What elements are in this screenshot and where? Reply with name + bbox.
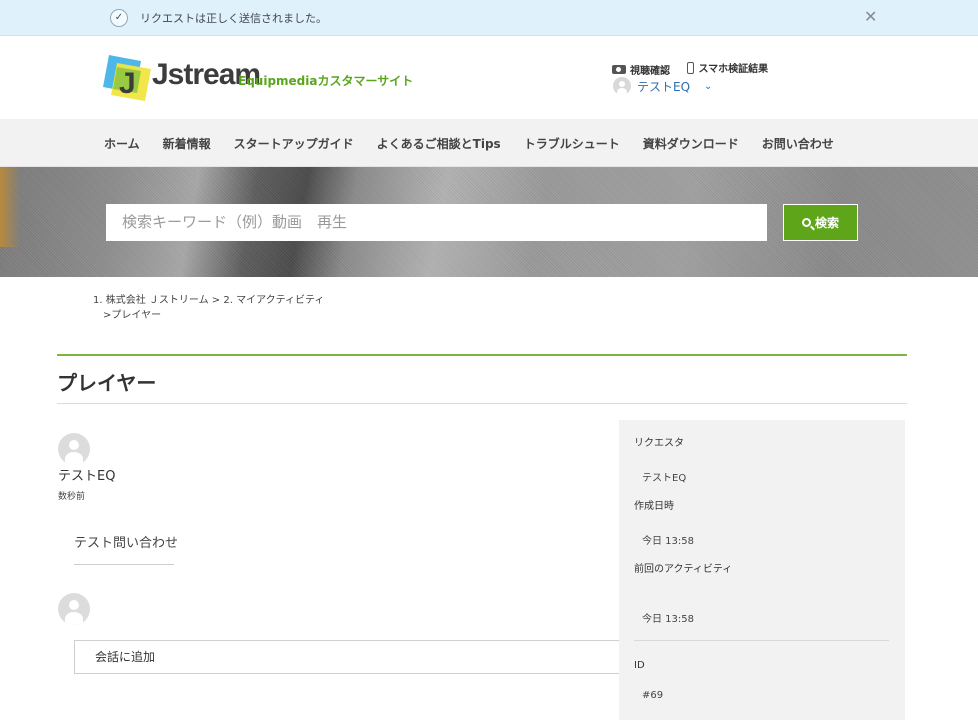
comment-author: テストEQ: [58, 469, 116, 484]
close-icon[interactable]: ✕: [864, 7, 877, 26]
logo-icon[interactable]: J: [101, 53, 153, 103]
last-activity-label: 前回のアクティビティ: [634, 564, 733, 575]
site-header: J Jstream Equipmediaカスタマーサイト 視聴確認 スマホ検証結…: [0, 37, 978, 119]
main-nav: ホーム 新着情報 スタートアップガイド よくあるご相談とTips トラブルシュー…: [0, 119, 978, 167]
avatar: [613, 77, 631, 95]
nav-item-home[interactable]: ホーム: [104, 135, 140, 152]
smartphone-result-label: スマホ検証結果: [698, 64, 769, 75]
comment-time: 数秒前: [58, 492, 86, 502]
notice-message: リクエストは正しく送信されました。: [140, 12, 327, 25]
smartphone-result-link[interactable]: スマホ検証結果: [687, 60, 768, 75]
hero-decoration: [0, 167, 20, 247]
nav-item-contact[interactable]: お問い合わせ: [762, 135, 834, 152]
requester-value: テストEQ: [642, 473, 687, 484]
avatar: [58, 433, 90, 465]
header-links: 視聴確認 スマホ検証結果: [612, 60, 782, 77]
page-title: プレイヤー: [57, 371, 157, 395]
sidebar-divider: [634, 640, 889, 641]
chevron-down-icon: ⌄: [704, 80, 713, 92]
request-details-sidebar: リクエスタ テストEQ 作成日時 今日 13:58 前回のアクティビティ 今日 …: [619, 420, 905, 720]
camera-icon: [612, 64, 626, 74]
nav-item-troubleshoot[interactable]: トラブルシュート: [524, 135, 620, 152]
created-label: 作成日時: [634, 501, 674, 512]
nav-item-news[interactable]: 新着情報: [163, 135, 211, 152]
title-divider: [57, 403, 907, 404]
requester-label: リクエスタ: [634, 438, 684, 449]
nav-item-faq-tips[interactable]: よくあるご相談とTips: [377, 135, 501, 152]
breadcrumb: 1. 株式会社 Ｊストリーム > 2. マイアクティビティ >プレイヤー: [93, 295, 325, 321]
nav-item-startup-guide[interactable]: スタートアップガイド: [234, 135, 354, 152]
user-name: テストEQ: [637, 79, 691, 94]
site-name[interactable]: Equipmediaカスタマーサイト: [238, 72, 413, 89]
view-check-label: 視聴確認: [630, 65, 670, 77]
comment-body: テスト問い合わせ: [74, 536, 179, 551]
smartphone-icon: [687, 61, 695, 74]
success-notice: ✓ リクエストは正しく送信されました。 ✕: [0, 0, 978, 36]
view-check-link[interactable]: 視聴確認: [612, 62, 670, 77]
user-menu[interactable]: テストEQ ⌄: [613, 77, 712, 95]
search-icon: [801, 218, 811, 227]
search-button[interactable]: 検索: [783, 204, 858, 241]
created-value: 今日 13:58: [642, 536, 694, 547]
last-activity-value: 今日 13:58: [642, 614, 694, 625]
nav-item-downloads[interactable]: 資料ダウンロード: [643, 135, 739, 152]
avatar: [58, 593, 90, 625]
search-button-label: 検索: [814, 216, 839, 230]
title-accent-rule: [57, 354, 907, 356]
breadcrumb-item-player[interactable]: プレイヤー: [111, 310, 161, 321]
breadcrumb-item-activity[interactable]: マイアクティビティ: [236, 295, 324, 306]
search-hero: 検索キーワード（例）動画 再生 検索: [0, 167, 978, 277]
add-to-conversation-input[interactable]: 会話に追加: [74, 640, 620, 674]
id-label: ID: [634, 660, 645, 671]
comment-divider: [74, 564, 174, 565]
svg-text:J: J: [119, 67, 136, 100]
check-icon: ✓: [110, 9, 128, 27]
id-value: #69: [642, 690, 664, 701]
search-input[interactable]: 検索キーワード（例）動画 再生: [106, 204, 767, 241]
breadcrumb-item-company[interactable]: 株式会社 Ｊストリーム: [106, 295, 209, 306]
